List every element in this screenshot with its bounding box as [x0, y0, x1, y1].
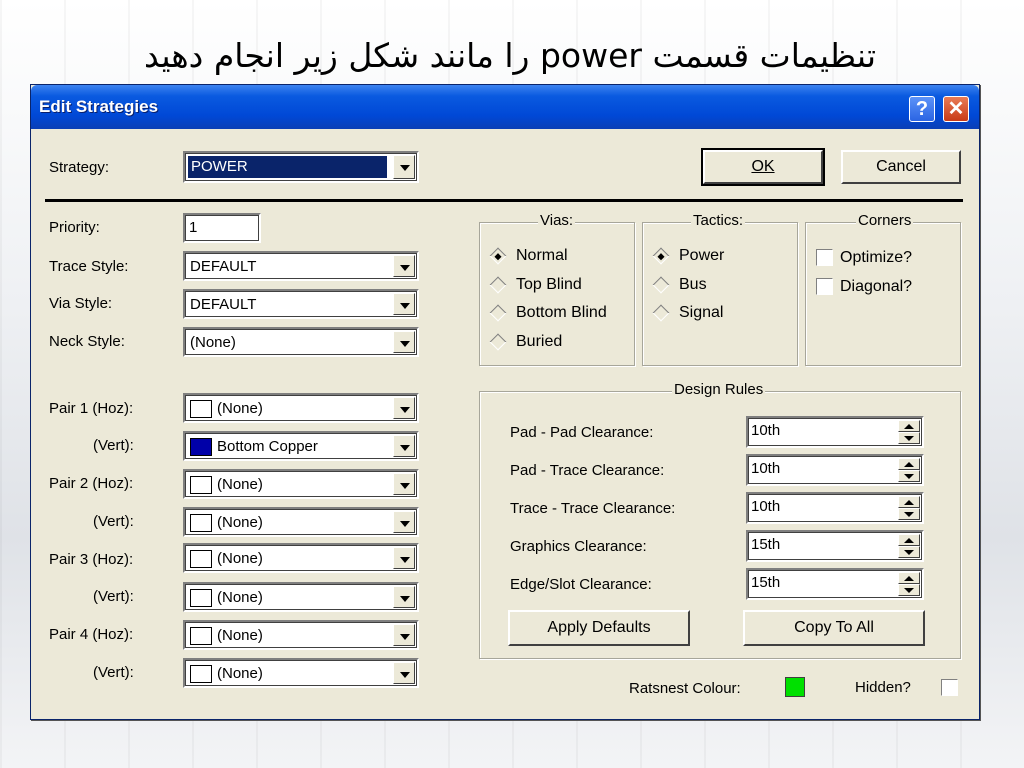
- pair-combo[interactable]: (None): [183, 393, 419, 423]
- radio-icon[interactable]: [489, 333, 507, 351]
- chevron-down-icon[interactable]: [393, 155, 415, 179]
- strategy-value: POWER: [188, 156, 387, 178]
- chevron-down-icon[interactable]: [393, 586, 415, 608]
- checkbox-icon[interactable]: [816, 249, 833, 266]
- spinner-arrows-icon[interactable]: [898, 496, 920, 520]
- separator-line: [45, 199, 963, 202]
- layer-color-swatch: [190, 514, 212, 532]
- design-rules-title: Design Rules: [672, 381, 766, 398]
- radio-icon[interactable]: [489, 247, 507, 265]
- pair-label: (Vert):: [93, 437, 134, 454]
- chevron-down-icon[interactable]: [393, 624, 415, 646]
- close-button[interactable]: ✕: [943, 96, 969, 122]
- graphics-clearance-label: Graphics Clearance:: [510, 538, 647, 555]
- pair-label: (Vert):: [93, 664, 134, 681]
- strategy-combo[interactable]: POWER: [183, 151, 419, 183]
- trace-trace-clearance-spinner[interactable]: 10th: [746, 492, 924, 524]
- trace-style-combo[interactable]: DEFAULT: [183, 251, 419, 281]
- cancel-button[interactable]: Cancel: [841, 150, 961, 184]
- neck-style-label: Neck Style:: [49, 333, 125, 350]
- pair-label: (Vert):: [93, 588, 134, 605]
- chevron-down-icon[interactable]: [393, 331, 415, 353]
- layer-color-swatch: [190, 550, 212, 568]
- pair-label: Pair 4 (Hoz):: [49, 626, 134, 643]
- spinner-arrows-icon[interactable]: [898, 420, 920, 444]
- radio-icon[interactable]: [489, 276, 507, 294]
- title-bar[interactable]: Edit Strategies ? ✕: [31, 85, 979, 129]
- checkbox-icon[interactable]: [816, 278, 833, 295]
- radio-icon[interactable]: [489, 304, 507, 322]
- layer-color-swatch: [190, 589, 212, 607]
- layer-color-swatch: [190, 665, 212, 683]
- layer-color-swatch: [190, 400, 212, 418]
- ratsnest-colour-label: Ratsnest Colour:: [629, 680, 741, 697]
- pair-combo[interactable]: (None): [183, 582, 419, 612]
- edge-slot-clearance-spinner[interactable]: 15th: [746, 568, 924, 600]
- chevron-down-icon[interactable]: [393, 293, 415, 315]
- copy-to-all-button[interactable]: Copy To All: [743, 610, 925, 646]
- pair-label: Pair 2 (Hoz):: [49, 475, 134, 492]
- pair-combo[interactable]: (None): [183, 658, 419, 688]
- chevron-down-icon[interactable]: [393, 255, 415, 277]
- spinner-arrows-icon[interactable]: [898, 572, 920, 596]
- pair-combo[interactable]: (None): [183, 469, 419, 499]
- spinner-arrows-icon[interactable]: [898, 534, 920, 558]
- tactics-group: Tactics: Power Bus Signal: [642, 212, 798, 366]
- help-button[interactable]: ?: [909, 96, 935, 122]
- chevron-down-icon[interactable]: [393, 473, 415, 495]
- dialog-title: Edit Strategies: [39, 97, 159, 116]
- corners-group: Corners Optimize? Diagonal?: [805, 212, 961, 366]
- hidden-label: Hidden?: [855, 679, 911, 696]
- ratsnest-color-swatch[interactable]: [785, 677, 805, 697]
- pair-label: (Vert):: [93, 513, 134, 530]
- chevron-down-icon[interactable]: [393, 435, 415, 457]
- pad-trace-clearance-label: Pad - Trace Clearance:: [510, 462, 665, 479]
- pad-pad-clearance-label: Pad - Pad Clearance:: [510, 424, 654, 441]
- chevron-down-icon[interactable]: [393, 397, 415, 419]
- strategy-label: Strategy:: [49, 159, 110, 176]
- trace-style-label: Trace Style:: [49, 258, 129, 275]
- chevron-down-icon[interactable]: [393, 662, 415, 684]
- vias-title: Vias:: [538, 212, 576, 229]
- chevron-down-icon[interactable]: [393, 547, 415, 569]
- edit-strategies-dialog: Edit Strategies ? ✕ Strategy: POWER OK C…: [30, 84, 980, 720]
- layer-color-swatch: [190, 476, 212, 494]
- radio-icon[interactable]: [652, 276, 670, 294]
- chevron-down-icon[interactable]: [393, 511, 415, 533]
- priority-input[interactable]: 1: [183, 213, 261, 243]
- pair-label: Pair 3 (Hoz):: [49, 551, 134, 568]
- slide-title: تنظیمات قسمت power را مانند شکل زیر انجا…: [144, 36, 876, 75]
- checkbox-icon[interactable]: [941, 679, 958, 696]
- radio-icon[interactable]: [652, 304, 670, 322]
- vias-group: Vias: Normal Top Blind Bottom Blind Buri…: [479, 212, 635, 366]
- radio-icon[interactable]: [652, 247, 670, 265]
- apply-defaults-button[interactable]: Apply Defaults: [508, 610, 690, 646]
- tactics-title: Tactics:: [691, 212, 746, 229]
- pad-pad-clearance-spinner[interactable]: 10th: [746, 416, 924, 448]
- spinner-arrows-icon[interactable]: [898, 458, 920, 482]
- pair-combo[interactable]: (None): [183, 543, 419, 573]
- graphics-clearance-spinner[interactable]: 15th: [746, 530, 924, 562]
- via-style-combo[interactable]: DEFAULT: [183, 289, 419, 319]
- design-rules-group: Design Rules Pad - Pad Clearance: 10th P…: [479, 381, 961, 659]
- pair-combo[interactable]: (None): [183, 620, 419, 650]
- ok-button[interactable]: OK: [701, 148, 825, 186]
- pair-label: Pair 1 (Hoz):: [49, 400, 134, 417]
- neck-style-combo[interactable]: (None): [183, 327, 419, 357]
- layer-color-swatch: [190, 438, 212, 456]
- via-style-label: Via Style:: [49, 295, 113, 312]
- edge-slot-clearance-label: Edge/Slot Clearance:: [510, 576, 652, 593]
- corners-title: Corners: [856, 212, 914, 229]
- trace-trace-clearance-label: Trace - Trace Clearance:: [510, 500, 676, 517]
- pair-combo[interactable]: (None): [183, 507, 419, 537]
- pair-combo[interactable]: Bottom Copper: [183, 431, 419, 461]
- pad-trace-clearance-spinner[interactable]: 10th: [746, 454, 924, 486]
- priority-label: Priority:: [49, 219, 100, 236]
- layer-color-swatch: [190, 627, 212, 645]
